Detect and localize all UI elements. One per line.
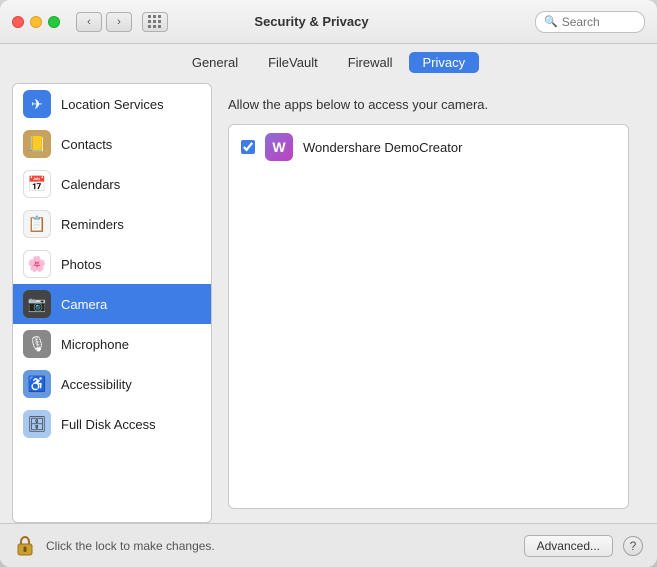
sidebar-item-label: Reminders (61, 217, 124, 232)
search-box[interactable]: 🔍 (535, 11, 645, 33)
contacts-icon: 📒 (23, 130, 51, 158)
main-area: ✈ Location Services 📒 Contacts 📅 Calenda… (0, 79, 657, 523)
minimize-button[interactable] (30, 16, 42, 28)
location-services-icon: ✈ (23, 90, 51, 118)
sidebar-item-label: Accessibility (61, 377, 132, 392)
app-item: W Wondershare DemoCreator (229, 125, 628, 169)
sidebar-item-accessibility[interactable]: ♿ Accessibility (13, 364, 211, 404)
photos-icon: 🌸 (23, 250, 51, 278)
microphone-icon: 🎙 (23, 330, 51, 358)
sidebar-item-label: Microphone (61, 337, 129, 352)
sidebar-item-label: Calendars (61, 177, 120, 192)
tab-firewall[interactable]: Firewall (334, 52, 407, 73)
sidebar-item-microphone[interactable]: 🎙 Microphone (13, 324, 211, 364)
lock-label: Click the lock to make changes. (46, 539, 514, 553)
sidebar-item-label: Photos (61, 257, 101, 272)
apps-list: W Wondershare DemoCreator (228, 124, 629, 509)
tab-privacy[interactable]: Privacy (409, 52, 480, 73)
sidebar: ✈ Location Services 📒 Contacts 📅 Calenda… (12, 83, 212, 523)
sidebar-item-label: Location Services (61, 97, 164, 112)
bottombar: Click the lock to make changes. Advanced… (0, 523, 657, 567)
traffic-lights (12, 16, 60, 28)
app-checkbox-wondershare[interactable] (241, 140, 255, 154)
sidebar-item-reminders[interactable]: 📋 Reminders (13, 204, 211, 244)
search-input[interactable] (562, 15, 636, 29)
sidebar-item-camera[interactable]: 📷 Camera (13, 284, 211, 324)
sidebar-item-location-services[interactable]: ✈ Location Services (13, 84, 211, 124)
content-description: Allow the apps below to access your came… (228, 97, 629, 112)
tabbar: General FileVault Firewall Privacy (0, 44, 657, 79)
titlebar: ‹ › Security & Privacy 🔍 (0, 0, 657, 44)
help-button[interactable]: ? (623, 536, 643, 556)
sidebar-item-label: Full Disk Access (61, 417, 156, 432)
camera-icon: 📷 (23, 290, 51, 318)
tab-general[interactable]: General (178, 52, 252, 73)
tab-filevault[interactable]: FileVault (254, 52, 332, 73)
calendars-icon: 📅 (23, 170, 51, 198)
accessibility-icon: ♿ (23, 370, 51, 398)
maximize-button[interactable] (48, 16, 60, 28)
sidebar-item-label: Camera (61, 297, 107, 312)
sidebar-item-label: Contacts (61, 137, 112, 152)
window: ‹ › Security & Privacy 🔍 General FileVau… (0, 0, 657, 567)
reminders-icon: 📋 (23, 210, 51, 238)
window-title: Security & Privacy (98, 14, 525, 29)
advanced-button[interactable]: Advanced... (524, 535, 613, 557)
democreator-icon: W (265, 133, 293, 161)
sidebar-item-calendars[interactable]: 📅 Calendars (13, 164, 211, 204)
sidebar-item-photos[interactable]: 🌸 Photos (13, 244, 211, 284)
content-area: Allow the apps below to access your came… (212, 83, 645, 523)
search-icon: 🔍 (544, 15, 558, 28)
sidebar-item-full-disk-access[interactable]: 🗄 Full Disk Access (13, 404, 211, 444)
full-disk-access-icon: 🗄 (23, 410, 51, 438)
sidebar-item-contacts[interactable]: 📒 Contacts (13, 124, 211, 164)
lock-icon[interactable] (14, 535, 36, 557)
close-button[interactable] (12, 16, 24, 28)
app-name-wondershare: Wondershare DemoCreator (303, 140, 462, 155)
